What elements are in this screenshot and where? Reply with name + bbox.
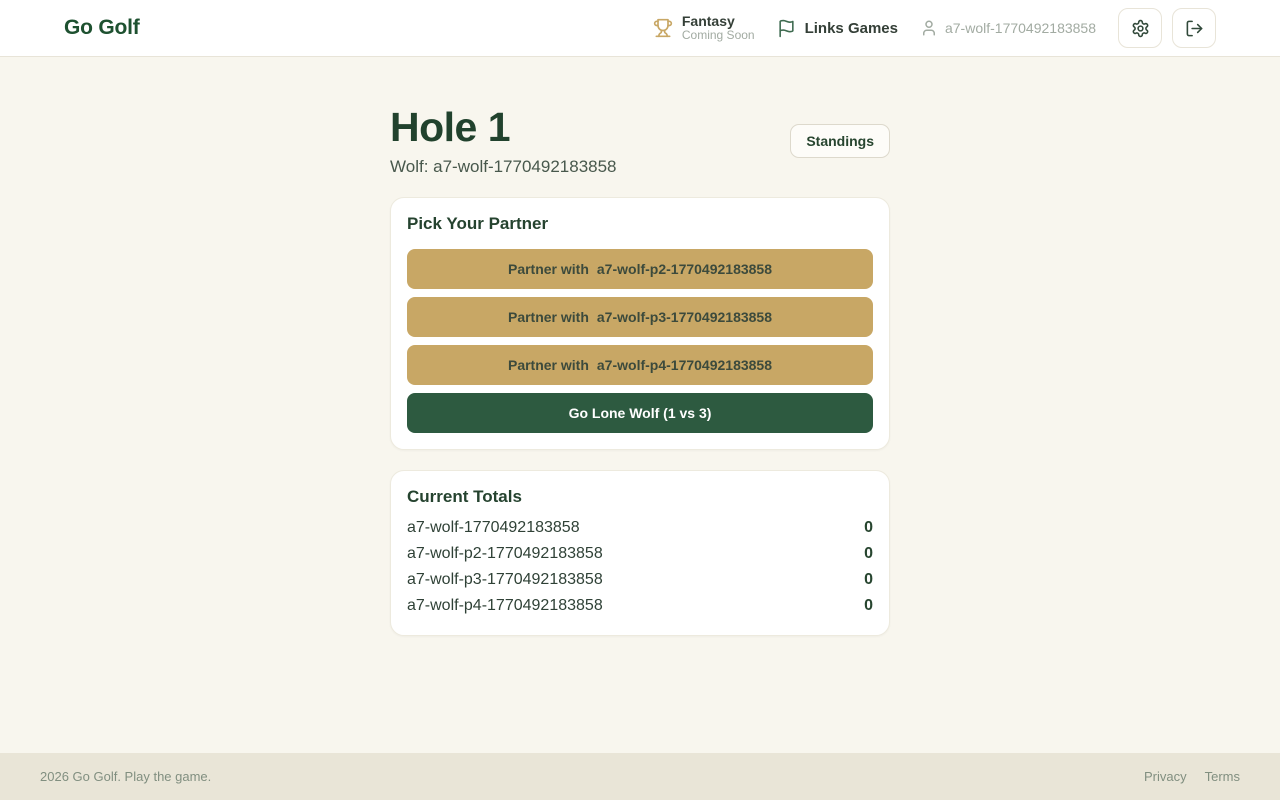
trophy-icon <box>653 18 673 38</box>
footer-links: Privacy Terms <box>1144 769 1240 784</box>
current-totals-title: Current Totals <box>407 487 873 507</box>
standings-button[interactable]: Standings <box>790 124 890 158</box>
header-nav: Fantasy Coming Soon Links Games a7-wolf-… <box>653 8 1216 48</box>
user-chip: a7-wolf-1770492183858 <box>920 19 1096 37</box>
partner-button-prefix: Partner with <box>508 309 589 325</box>
logout-button[interactable] <box>1172 8 1216 48</box>
user-icon <box>920 19 938 37</box>
privacy-link[interactable]: Privacy <box>1144 769 1187 784</box>
player-score: 0 <box>864 593 873 619</box>
nav-item-fantasy[interactable]: Fantasy Coming Soon <box>653 13 755 43</box>
header-actions <box>1118 8 1216 48</box>
main-content: Hole 1 Wolf: a7-wolf-1770492183858 Stand… <box>0 57 1280 753</box>
links-games-label: Links Games <box>805 20 898 37</box>
logout-icon <box>1185 19 1204 38</box>
page-title: Hole 1 <box>390 105 617 150</box>
content-container: Hole 1 Wolf: a7-wolf-1770492183858 Stand… <box>390 57 890 753</box>
player-score: 0 <box>864 541 873 567</box>
current-totals-card: Current Totals a7-wolf-1770492183858 0 a… <box>390 470 890 636</box>
settings-button[interactable] <box>1118 8 1162 48</box>
gear-icon <box>1131 19 1150 38</box>
title-row: Hole 1 Wolf: a7-wolf-1770492183858 Stand… <box>390 105 890 177</box>
player-name: a7-wolf-p2-1770492183858 <box>407 541 603 567</box>
player-name: a7-wolf-p3-1770492183858 <box>407 567 603 593</box>
fantasy-label: Fantasy <box>682 13 755 29</box>
partner-button-prefix: Partner with <box>508 357 589 373</box>
pick-partner-card: Pick Your Partner Partner with a7-wolf-p… <box>390 197 890 450</box>
footer-copyright: 2026 Go Golf. Play the game. <box>40 769 211 784</box>
footer: 2026 Go Golf. Play the game. Privacy Ter… <box>0 753 1280 800</box>
totals-row: a7-wolf-1770492183858 0 <box>407 515 873 541</box>
partner-button-p3[interactable]: Partner with a7-wolf-p3-1770492183858 <box>407 297 873 337</box>
partner-button-name: a7-wolf-p2-1770492183858 <box>597 261 772 277</box>
partner-button-p2[interactable]: Partner with a7-wolf-p2-1770492183858 <box>407 249 873 289</box>
title-block: Hole 1 Wolf: a7-wolf-1770492183858 <box>390 105 617 177</box>
player-score: 0 <box>864 515 873 541</box>
lone-wolf-button[interactable]: Go Lone Wolf (1 vs 3) <box>407 393 873 433</box>
wolf-subtitle: Wolf: a7-wolf-1770492183858 <box>390 157 617 177</box>
pick-partner-title: Pick Your Partner <box>407 214 873 234</box>
player-name: a7-wolf-p4-1770492183858 <box>407 593 603 619</box>
partner-button-p4[interactable]: Partner with a7-wolf-p4-1770492183858 <box>407 345 873 385</box>
user-id-text: a7-wolf-1770492183858 <box>945 20 1096 36</box>
terms-link[interactable]: Terms <box>1205 769 1240 784</box>
totals-row: a7-wolf-p4-1770492183858 0 <box>407 593 873 619</box>
fantasy-sublabel: Coming Soon <box>682 29 755 43</box>
player-score: 0 <box>864 567 873 593</box>
app-logo[interactable]: Go Golf <box>64 16 140 40</box>
header: Go Golf Fantasy Coming Soon <box>0 0 1280 57</box>
partner-button-name: a7-wolf-p4-1770492183858 <box>597 357 772 373</box>
totals-row: a7-wolf-p3-1770492183858 0 <box>407 567 873 593</box>
partner-button-name: a7-wolf-p3-1770492183858 <box>597 309 772 325</box>
flag-icon <box>777 19 796 38</box>
player-name: a7-wolf-1770492183858 <box>407 515 580 541</box>
fantasy-labels: Fantasy Coming Soon <box>682 13 755 43</box>
nav-item-links-games[interactable]: Links Games <box>777 19 898 38</box>
totals-row: a7-wolf-p2-1770492183858 0 <box>407 541 873 567</box>
partner-button-prefix: Partner with <box>508 261 589 277</box>
